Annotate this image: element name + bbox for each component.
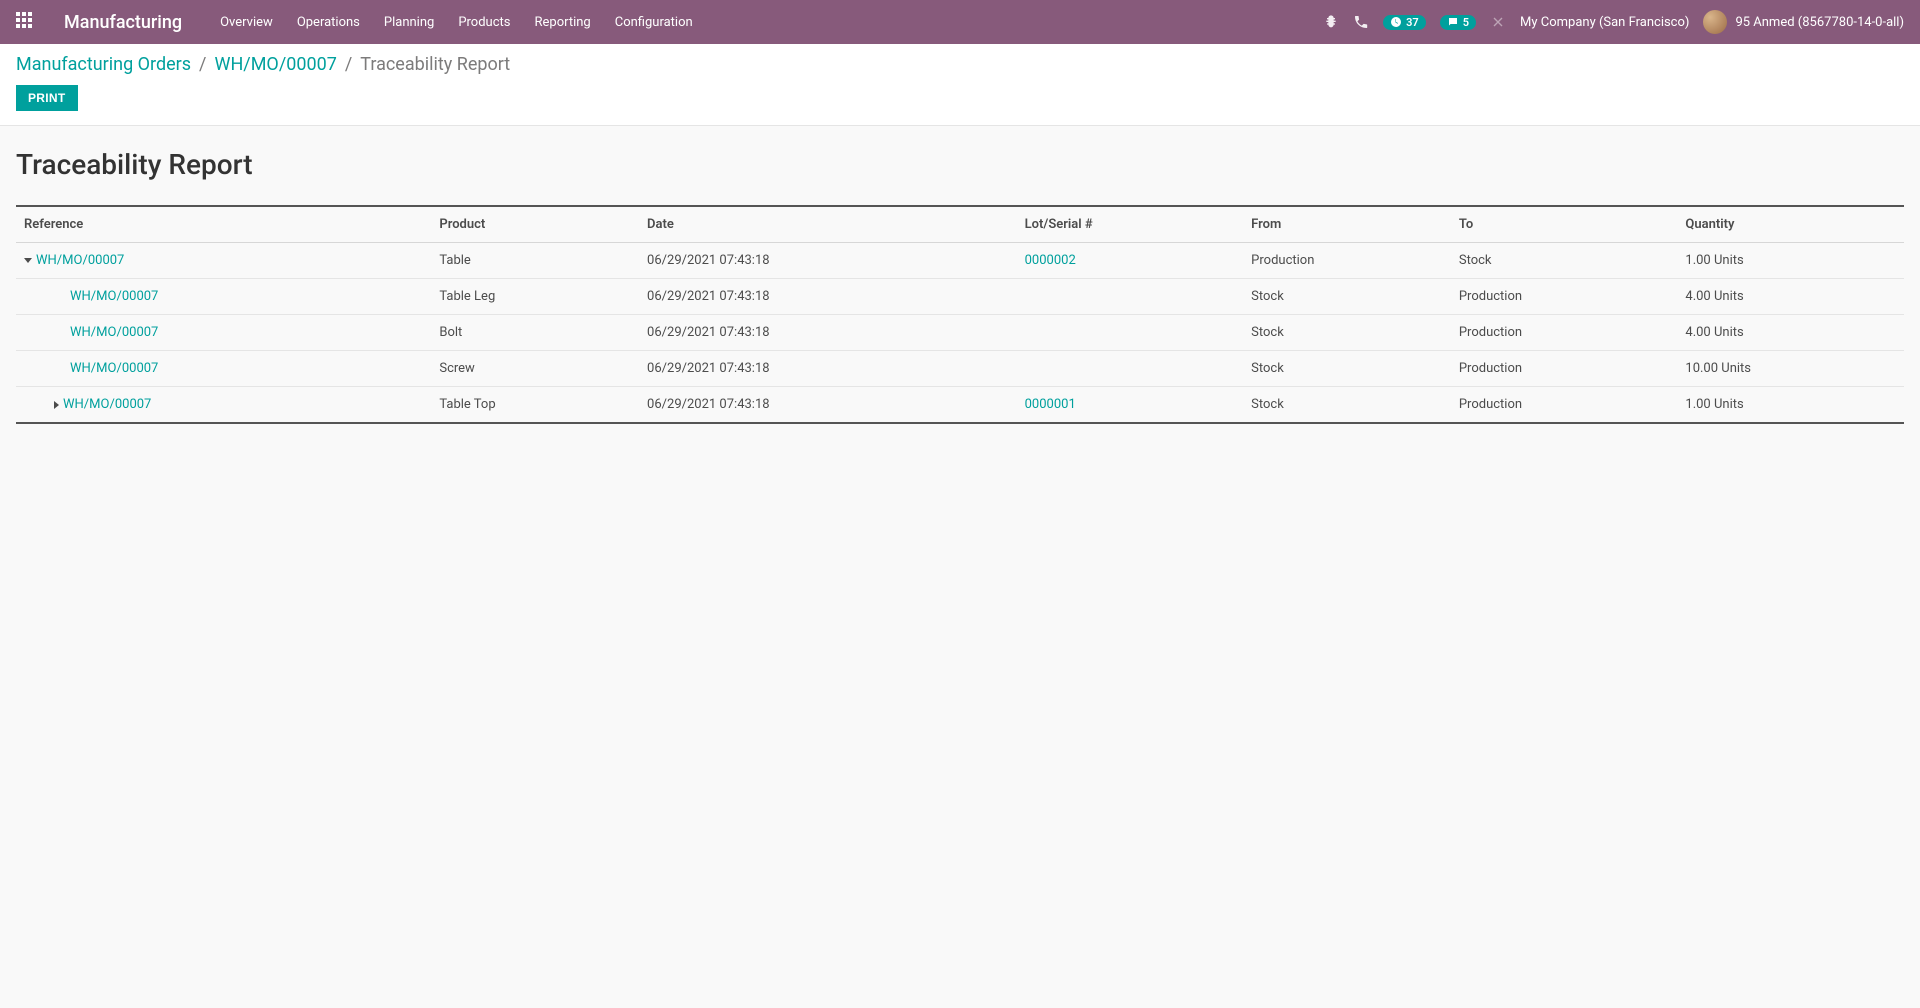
nav-menu: Overview Operations Planning Products Re… [210,9,703,36]
phone-icon[interactable] [1353,14,1369,30]
company-switcher[interactable]: My Company (San Francisco) [1520,15,1689,30]
cell-quantity: 4.00 Units [1677,315,1904,351]
cell-from: Stock [1243,351,1451,387]
table-row: WH/MO/00007 Bolt06/29/2021 07:43:18 StockP… [16,315,1904,351]
cell-quantity: 4.00 Units [1677,279,1904,315]
cell-product: Bolt [431,315,639,351]
breadcrumb-sep: / [343,54,354,75]
col-quantity: Quantity [1677,206,1904,243]
messages-pill[interactable]: 5 [1440,15,1476,30]
nav-products[interactable]: Products [448,9,520,36]
cell-date: 06/29/2021 07:43:18 [639,315,1017,351]
breadcrumb-root[interactable]: Manufacturing Orders [16,54,191,75]
report-title: Traceability Report [16,148,1904,181]
close-icon[interactable] [1490,14,1506,30]
cell-quantity: 1.00 Units [1677,243,1904,279]
cell-to: Production [1451,315,1678,351]
debug-icon[interactable] [1323,14,1339,30]
col-product: Product [431,206,639,243]
activities-pill[interactable]: 37 [1383,15,1426,30]
nav-overview[interactable]: Overview [210,9,283,36]
nav-configuration[interactable]: Configuration [605,9,703,36]
control-panel: Manufacturing Orders / WH/MO/00007 / Tra… [0,44,1920,126]
breadcrumb-current: Traceability Report [360,54,510,75]
navbar: Manufacturing Overview Operations Planni… [0,0,1920,44]
cell-date: 06/29/2021 07:43:18 [639,387,1017,424]
reference-link[interactable]: WH/MO/00007 [70,361,158,376]
cell-date: 06/29/2021 07:43:18 [639,243,1017,279]
cell-product: Table Leg [431,279,639,315]
cell-to: Production [1451,387,1678,424]
table-row: WH/MO/00007 Table Leg06/29/2021 07:43:18 S… [16,279,1904,315]
table-row: WH/MO/00007 Table06/29/2021 07:43:18 00000… [16,243,1904,279]
cell-quantity: 1.00 Units [1677,387,1904,424]
breadcrumb-sep: / [197,54,208,75]
col-reference: Reference [16,206,431,243]
cell-from: Stock [1243,315,1451,351]
nav-operations[interactable]: Operations [287,9,370,36]
cell-date: 06/29/2021 07:43:18 [639,279,1017,315]
caret-right-icon[interactable] [54,401,59,409]
cell-product: Screw [431,351,639,387]
activities-count: 37 [1406,16,1419,29]
col-lot: Lot/Serial # [1017,206,1244,243]
cell-to: Production [1451,279,1678,315]
cell-lot: 0000002 [1017,243,1244,279]
col-from: From [1243,206,1451,243]
cell-lot [1017,279,1244,315]
cell-from: Stock [1243,279,1451,315]
breadcrumbs: Manufacturing Orders / WH/MO/00007 / Tra… [16,54,1904,75]
user-name: 95 Anmed (8567780-14-0-all) [1735,15,1904,30]
cell-quantity: 10.00 Units [1677,351,1904,387]
caret-down-icon[interactable] [24,258,32,263]
nav-planning[interactable]: Planning [374,9,444,36]
apps-icon[interactable] [16,12,36,32]
lot-link[interactable]: 0000002 [1025,253,1076,268]
reference-link[interactable]: WH/MO/00007 [63,397,151,412]
report: Traceability Report Reference Product Da… [0,126,1920,464]
nav-right: 37 5 My Company (San Francisco) 95 Anmed… [1323,10,1904,34]
user-menu[interactable]: 95 Anmed (8567780-14-0-all) [1703,10,1904,34]
table-row: WH/MO/00007 Screw06/29/2021 07:43:18 Stock… [16,351,1904,387]
cell-lot [1017,315,1244,351]
lot-link[interactable]: 0000001 [1025,397,1076,412]
messages-count: 5 [1463,16,1469,29]
col-to: To [1451,206,1678,243]
reference-link[interactable]: WH/MO/00007 [36,253,124,268]
app-brand[interactable]: Manufacturing [64,12,182,33]
cell-to: Production [1451,351,1678,387]
print-button[interactable]: Print [16,85,78,111]
cell-lot [1017,351,1244,387]
reference-link[interactable]: WH/MO/00007 [70,325,158,340]
breadcrumb-order[interactable]: WH/MO/00007 [214,54,336,75]
cell-product: Table Top [431,387,639,424]
cell-lot: 0000001 [1017,387,1244,424]
cell-from: Stock [1243,387,1451,424]
report-table: Reference Product Date Lot/Serial # From… [16,205,1904,424]
cell-product: Table [431,243,639,279]
cell-date: 06/29/2021 07:43:18 [639,351,1017,387]
cell-from: Production [1243,243,1451,279]
table-row: WH/MO/00007 Table Top06/29/2021 07:43:18 0… [16,387,1904,424]
reference-link[interactable]: WH/MO/00007 [70,289,158,304]
col-date: Date [639,206,1017,243]
avatar [1703,10,1727,34]
nav-reporting[interactable]: Reporting [525,9,601,36]
cell-to: Stock [1451,243,1678,279]
